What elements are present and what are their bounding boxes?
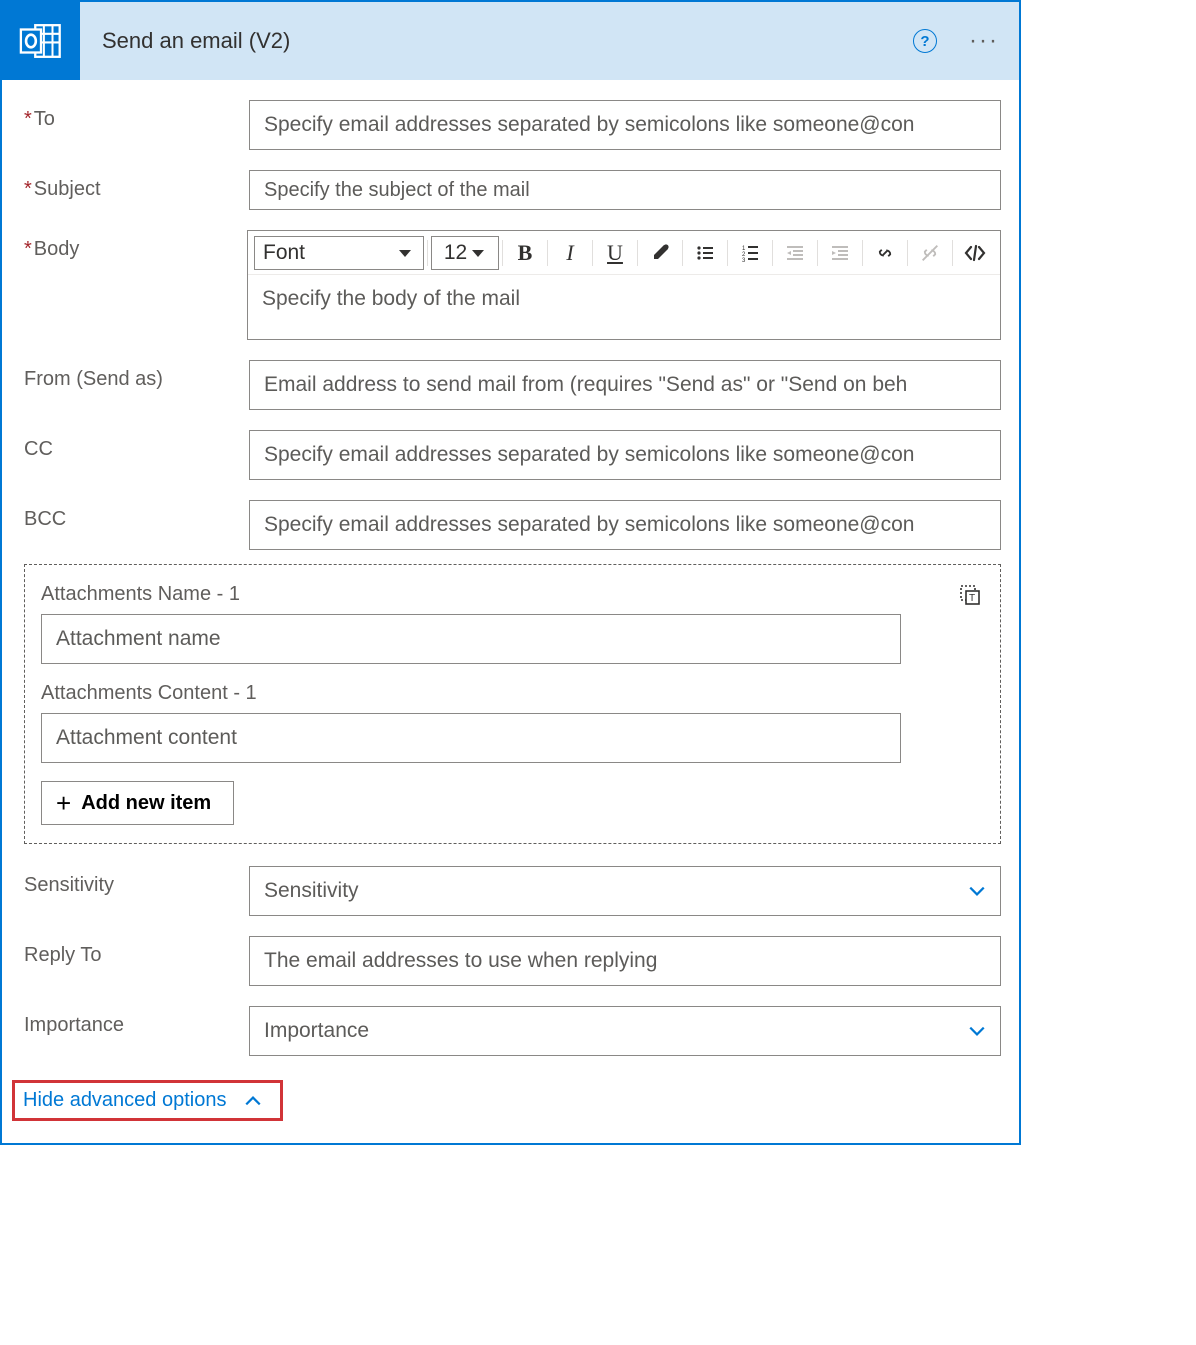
toolbar-separator — [502, 240, 503, 266]
label-from: From (Send as) — [24, 360, 249, 391]
label-bcc: BCC — [24, 500, 249, 531]
chevron-down-icon — [470, 245, 486, 261]
select-sensitivity[interactable]: Sensitivity — [249, 866, 1001, 916]
card-title[interactable]: Send an email (V2) — [80, 28, 913, 54]
field-importance: Importance Importance — [24, 1006, 1001, 1056]
rte-toolbar: Font 12 B I U — [248, 231, 1000, 275]
code-icon — [963, 241, 987, 265]
svg-text:3: 3 — [742, 258, 746, 263]
code-view-button[interactable] — [956, 236, 994, 270]
required-asterisk: * — [24, 178, 32, 200]
chevron-up-icon — [244, 1092, 262, 1110]
indent-button[interactable] — [821, 236, 859, 270]
input-cc[interactable] — [249, 430, 1001, 480]
label-attachment-content: Attachments Content - 1 — [41, 682, 901, 705]
field-from: From (Send as) — [24, 360, 1001, 410]
label-reply-to: Reply To — [24, 936, 249, 967]
add-new-item-button[interactable]: + Add new item — [41, 781, 234, 825]
rich-text-editor: Font 12 B I U — [247, 230, 1001, 340]
font-picker[interactable]: Font — [254, 236, 424, 270]
help-icon[interactable]: ? — [913, 29, 937, 53]
add-item-label: Add new item — [81, 792, 211, 815]
hide-advanced-options-link[interactable]: Hide advanced options — [23, 1089, 226, 1112]
field-reply-to: Reply To — [24, 936, 1001, 986]
label-sensitivity: Sensitivity — [24, 866, 249, 897]
unlink-button[interactable] — [911, 236, 949, 270]
toolbar-separator — [907, 240, 908, 266]
input-attachment-content[interactable] — [41, 713, 901, 763]
svg-text:T: T — [969, 593, 975, 604]
indent-icon — [830, 243, 850, 263]
array-mode-icon: T — [958, 583, 982, 607]
toolbar-separator — [547, 240, 548, 266]
advanced-options-row: Hide advanced options — [10, 1072, 1001, 1125]
toolbar-separator — [952, 240, 953, 266]
input-attachment-name[interactable] — [41, 614, 901, 664]
field-sensitivity: Sensitivity Sensitivity — [24, 866, 1001, 916]
label-subject: *Subject — [24, 170, 249, 201]
label-to: *To — [24, 100, 249, 131]
bullet-list-icon — [695, 243, 715, 263]
required-asterisk: * — [24, 108, 32, 130]
size-label: 12 — [444, 241, 467, 265]
connector-icon-box — [2, 2, 80, 80]
highlight-box: Hide advanced options — [12, 1080, 283, 1121]
field-subject: *Subject — [24, 170, 1001, 210]
field-to: *To — [24, 100, 1001, 150]
more-menu-icon[interactable]: ··· — [969, 27, 999, 55]
toolbar-separator — [427, 240, 428, 266]
field-cc: CC — [24, 430, 1001, 480]
required-asterisk: * — [24, 238, 32, 260]
toolbar-separator — [772, 240, 773, 266]
outdent-icon — [785, 243, 805, 263]
label-attachment-name: Attachments Name - 1 — [41, 583, 901, 606]
select-importance[interactable]: Importance — [249, 1006, 1001, 1056]
outdent-button[interactable] — [776, 236, 814, 270]
toolbar-separator — [592, 240, 593, 266]
toolbar-separator — [817, 240, 818, 266]
eyedropper-icon — [650, 243, 670, 263]
card-body: *To *Subject *Body Font — [2, 80, 1019, 1143]
unlink-icon — [919, 242, 941, 264]
link-button[interactable] — [866, 236, 904, 270]
font-label: Font — [263, 241, 305, 265]
input-bcc[interactable] — [249, 500, 1001, 550]
toolbar-separator — [727, 240, 728, 266]
numbered-list-icon: 1 2 3 — [740, 243, 760, 263]
link-icon — [874, 242, 896, 264]
chevron-down-icon — [397, 245, 413, 261]
label-body: *Body — [24, 230, 247, 261]
switch-to-array-icon[interactable]: T — [958, 583, 984, 609]
color-picker-button[interactable] — [641, 236, 679, 270]
outlook-icon — [18, 18, 64, 64]
italic-button[interactable]: I — [551, 236, 589, 270]
underline-button[interactable]: U — [596, 236, 634, 270]
font-size-picker[interactable]: 12 — [431, 236, 499, 270]
plus-icon: + — [56, 790, 71, 816]
card-header: Send an email (V2) ? ··· — [2, 2, 1019, 80]
chevron-down-icon — [968, 1022, 986, 1040]
toolbar-separator — [862, 240, 863, 266]
numbered-list-button[interactable]: 1 2 3 — [731, 236, 769, 270]
input-reply-to[interactable] — [249, 936, 1001, 986]
input-body[interactable]: Specify the body of the mail — [248, 275, 1000, 339]
field-bcc: BCC — [24, 500, 1001, 550]
toolbar-separator — [637, 240, 638, 266]
toolbar-separator — [682, 240, 683, 266]
chevron-down-icon — [968, 882, 986, 900]
input-to[interactable] — [249, 100, 1001, 150]
input-subject[interactable] — [249, 170, 1001, 210]
attachments-section: Attachments Name - 1 T Attachments Conte… — [24, 564, 1001, 844]
bold-button[interactable]: B — [506, 236, 544, 270]
field-body: *Body Font 12 B — [24, 230, 1001, 340]
bullet-list-button[interactable] — [686, 236, 724, 270]
input-from[interactable] — [249, 360, 1001, 410]
action-card: Send an email (V2) ? ··· *To *Subject *B… — [0, 0, 1021, 1145]
label-importance: Importance — [24, 1006, 249, 1037]
label-cc: CC — [24, 430, 249, 461]
